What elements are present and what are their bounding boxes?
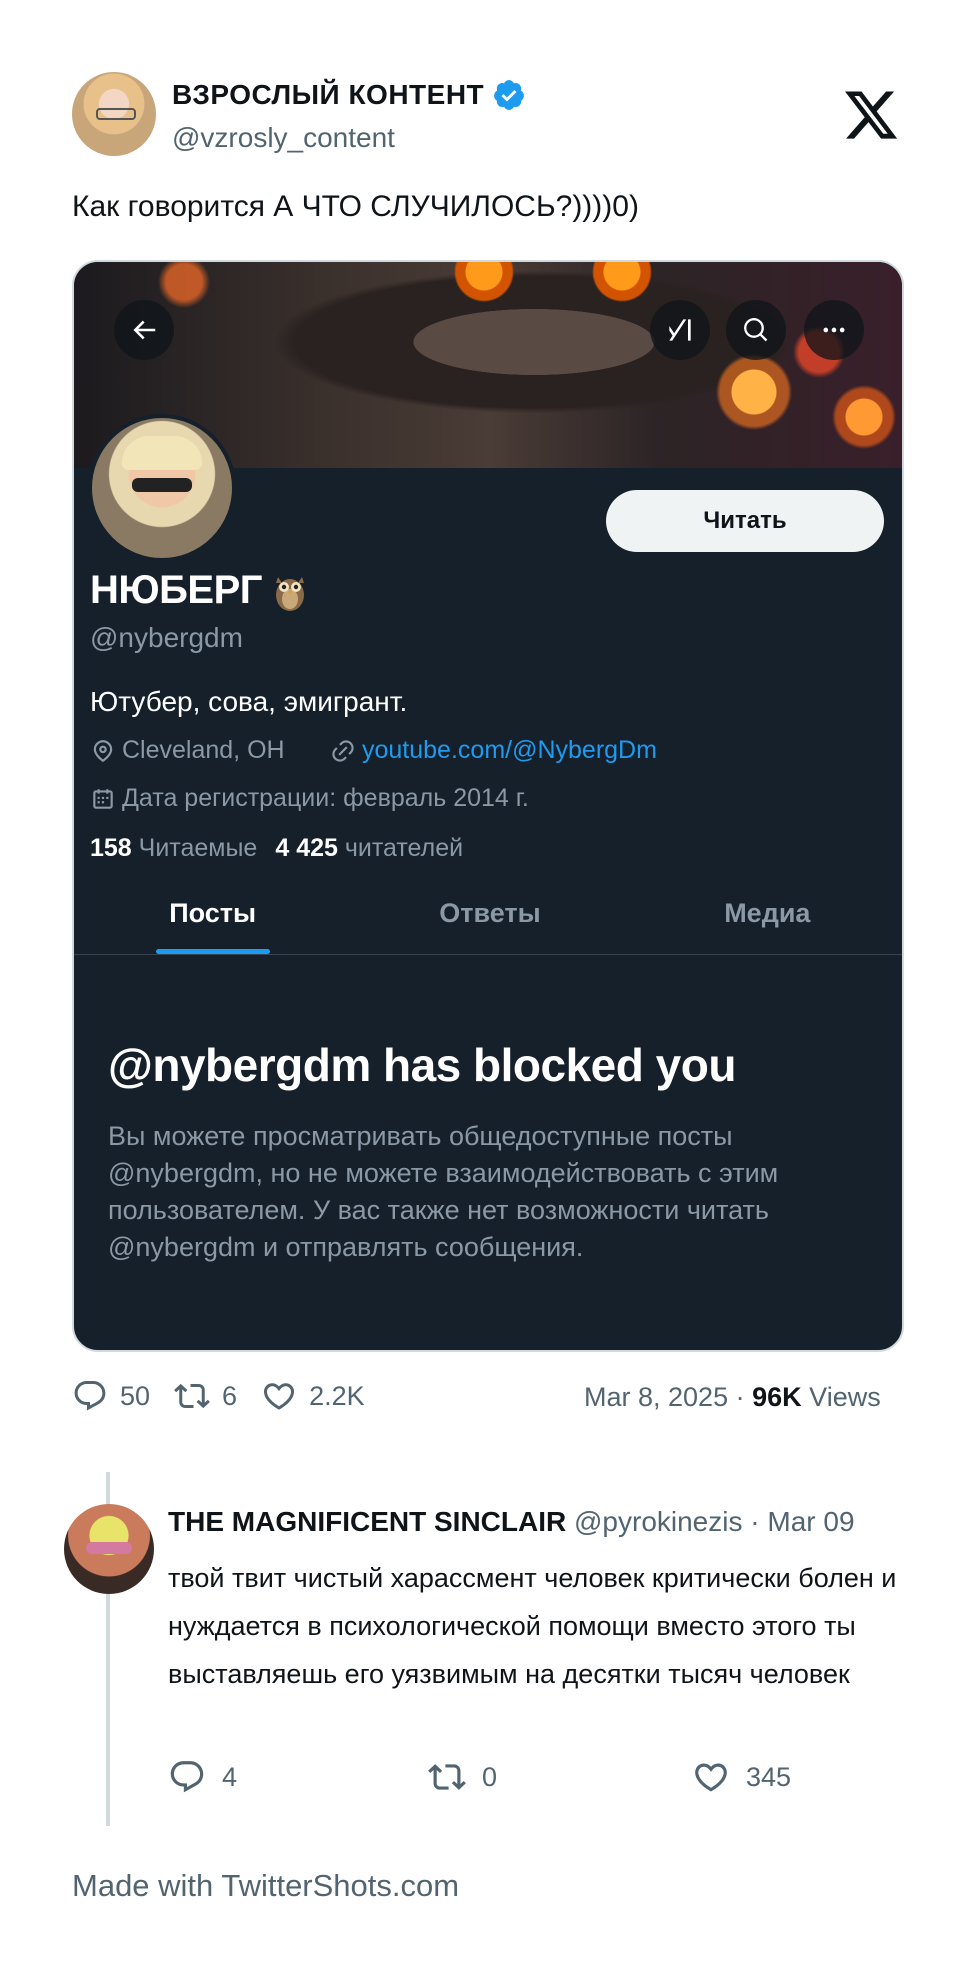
author-name[interactable]: ВЗРОСЛЫЙ КОНТЕНТ [172,79,484,111]
profile-joined: Дата регистрации: февраль 2014 г. [90,784,529,813]
profile-name: НЮБЕРГ [90,568,262,612]
author-handle[interactable]: @vzrosly_content [172,122,395,154]
views-label: Views [809,1382,881,1412]
reply-header: THE MAGNIFICENT SINCLAIR @pyrokinezis · … [168,1506,855,1537]
reply-icon [74,1381,106,1411]
tweet-text: Как говорится А ЧТО СЛУЧИЛОСЬ?))))0) [72,190,639,223]
profile-stats: 158 Читаемые 4 425 читателей [90,834,463,863]
verified-badge-icon [494,80,525,110]
profile-location: Cleveland, OH [90,736,285,765]
profile-avatar[interactable] [88,414,236,562]
reply-icon [170,1761,204,1793]
back-button[interactable] [114,300,174,360]
heart-icon [264,1383,295,1410]
reply-author-name[interactable]: THE MAGNIFICENT SINCLAIR [168,1506,566,1537]
link-icon [332,739,354,762]
retweet-icon [174,1383,210,1409]
tweet-date[interactable]: Mar 8, 2025 [584,1382,728,1412]
following-stat[interactable]: 158 Читаемые [90,834,257,863]
retweet-action[interactable]: 6 [174,1378,237,1414]
reply-retweet-action[interactable]: 0 [428,1758,497,1796]
reply-reply-action[interactable]: 4 [168,1758,237,1796]
back-arrow-icon [133,320,156,340]
blocked-title: @nybergdm has blocked you [108,1039,736,1091]
profile-website: youtube.com/@NybergDm [330,736,657,765]
follow-button[interactable]: Читать [606,490,884,552]
location-text: Cleveland, OH [122,736,285,764]
joined-text: Дата регистрации: февраль 2014 г. [122,784,529,812]
embedded-profile-card: Читать НЮБЕРГ @nybergdm Ютубер, сова, эм… [72,260,904,1352]
tab-media[interactable]: Медиа [629,872,902,954]
reply-text: твой твит чистый харассмент человек крит… [168,1563,897,1689]
reply-date[interactable]: Mar 09 [767,1506,854,1537]
grok-icon [669,319,691,341]
profile-name-row: НЮБЕРГ [90,568,310,613]
more-options-button[interactable] [804,300,864,360]
tweet-meta: Mar 8, 2025 · 96K Views [584,1382,881,1412]
author-name-row: ВЗРОСЛЫЙ КОНТЕНТ [172,78,526,112]
search-icon [744,318,768,342]
profile-bio: Ютубер, сова, эмигрант. [90,686,408,717]
tab-replies[interactable]: Ответы [351,872,628,954]
location-pin-icon [93,739,113,762]
reply-avatar[interactable] [64,1504,154,1594]
views-count: 96K [752,1382,802,1412]
author-avatar[interactable] [72,72,156,156]
reply-like-action[interactable]: 345 [692,1758,791,1796]
grok-button[interactable] [650,300,710,360]
heart-icon [695,1763,727,1792]
website-link[interactable]: youtube.com/@NybergDm [362,736,657,765]
tab-posts[interactable]: Посты [74,872,351,954]
reply-action[interactable]: 50 [72,1378,150,1414]
retweet-icon [428,1764,466,1790]
profile-tabs: Посты Ответы Медиа [74,872,902,955]
tweet-actions: 50 6 2.2K [72,1378,365,1414]
blocked-message: Вы можете просматривать общедоступные по… [108,1121,779,1262]
footer-credit: Made with TwitterShots.com [72,1868,460,1903]
x-logo-icon[interactable] [842,86,900,144]
reply-author-handle[interactable]: @pyrokinezis [574,1506,742,1537]
owl-emoji-icon [275,576,304,611]
like-action[interactable]: 2.2K [261,1378,365,1414]
followers-stat[interactable]: 4 425 читателей [275,834,463,863]
profile-handle: @nybergdm [90,622,243,653]
search-button[interactable] [726,300,786,360]
calendar-icon [93,788,113,809]
more-dots-icon [823,327,845,333]
